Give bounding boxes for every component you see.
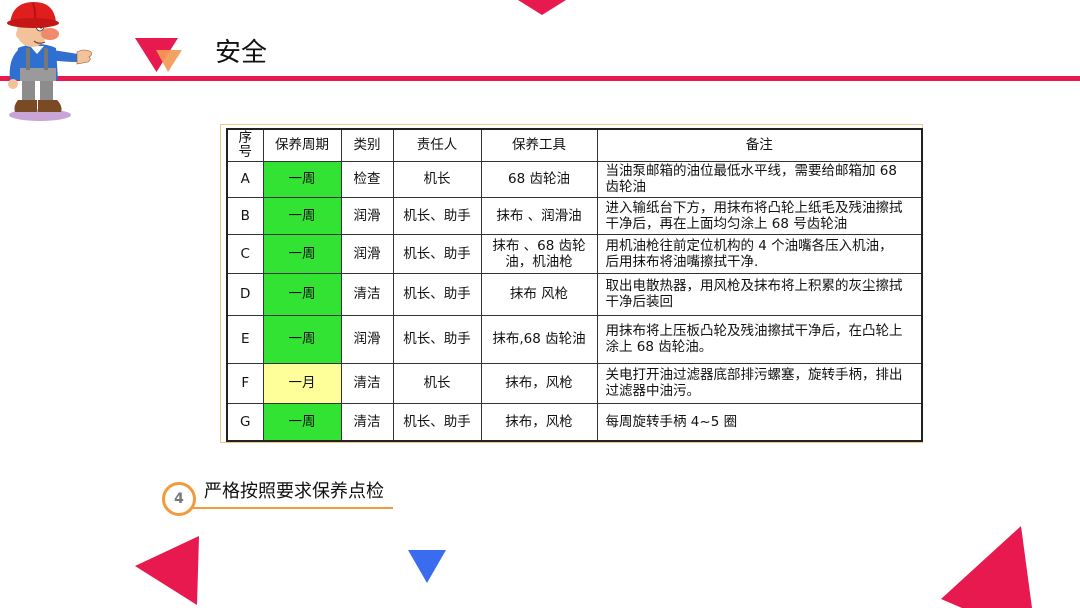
cell-no: C — [226, 233, 264, 274]
table-row: A 一周 检查 机长 68 齿轮油 当油泵邮箱的油位最低水平线，需要给邮箱加 6… — [226, 160, 923, 198]
cell-owner: 机长、助手 — [392, 314, 482, 364]
cell-tools: 抹布 、68 齿轮油，机油枪 — [480, 233, 598, 274]
header-cycle: 保养周期 — [262, 128, 342, 162]
maintenance-table: 序号 保养周期 类别 责任人 保养工具 备注 A 一周 检查 机长 68 齿轮油… — [226, 128, 923, 442]
cell-note: 取出电散热器，用风枪及抹布将上积累的灰尘擦拭干净后装回 — [596, 272, 923, 316]
cell-category: 润滑 — [340, 314, 394, 364]
cell-no: B — [226, 196, 264, 235]
cell-tools: 68 齿轮油 — [480, 160, 598, 198]
table-row: D 一周 清洁 机长、助手 抹布 风枪 取出电散热器，用风枪及抹布将上积累的灰尘… — [226, 272, 923, 316]
cell-owner: 机长、助手 — [392, 402, 482, 442]
cell-cycle: 一周 — [262, 402, 342, 442]
cell-no: A — [226, 160, 264, 198]
bottom-right-triangle-decoration — [941, 526, 1032, 608]
header-owner: 责任人 — [392, 128, 482, 162]
bottom-blue-triangle-decoration — [408, 550, 446, 583]
section-number: 4 — [174, 491, 184, 507]
header-tools: 保养工具 — [480, 128, 598, 162]
section-underline — [192, 507, 393, 509]
table-row: F 一月 清洁 机长 抹布，风枪 关电打开油过滤器底部排污螺塞，旋转手柄，排出过… — [226, 362, 923, 404]
cell-category: 清洁 — [340, 272, 394, 316]
cell-no: D — [226, 272, 264, 316]
cell-tools: 抹布,68 齿轮油 — [480, 314, 598, 364]
cell-category: 检查 — [340, 160, 394, 198]
section-heading: 严格按照要求保养点检 — [204, 481, 384, 502]
section-number-badge: 4 — [162, 482, 196, 516]
slide: 安全 序号 保养周期 类别 责任人 保养工具 备注 A 一周 检查 机长 68 … — [0, 0, 1080, 608]
header-no: 序号 — [226, 128, 264, 162]
cell-category: 润滑 — [340, 233, 394, 274]
cell-owner: 机长、助手 — [392, 196, 482, 235]
cell-tools: 抹布，风枪 — [480, 402, 598, 442]
cell-cycle: 一月 — [262, 362, 342, 404]
cell-note: 当油泵邮箱的油位最低水平线，需要给邮箱加 68 齿轮油 — [596, 160, 923, 198]
table-row: B 一周 润滑 机长、助手 抹布 、润滑油 进入输纸台下方，用抹布将凸轮上纸毛及… — [226, 196, 923, 235]
cell-note: 关电打开油过滤器底部排污螺塞，旋转手柄，排出过滤器中油污。 — [596, 362, 923, 404]
cell-note: 进入输纸台下方，用抹布将凸轮上纸毛及残油擦拭干净后，再在上面均匀涂上 68 号齿… — [596, 196, 923, 235]
table-row: G 一周 清洁 机长、助手 抹布，风枪 每周旋转手柄 4~5 圈 — [226, 402, 923, 442]
cell-no: E — [226, 314, 264, 364]
cell-tools: 抹布 风枪 — [480, 272, 598, 316]
cell-note: 用机油枪往前定位机构的 4 个油嘴各压入机油，后用抹布将油嘴擦拭干净. — [596, 233, 923, 274]
cell-tools: 抹布 、润滑油 — [480, 196, 598, 235]
header-note: 备注 — [596, 128, 923, 162]
cell-note: 每周旋转手柄 4~5 圈 — [596, 402, 923, 442]
triangle-marker-icon — [135, 38, 182, 72]
cell-cycle: 一周 — [262, 233, 342, 274]
header-category: 类别 — [340, 128, 394, 162]
cell-category: 润滑 — [340, 196, 394, 235]
cell-no: F — [226, 362, 264, 404]
cell-cycle: 一周 — [262, 160, 342, 198]
cell-note: 用抹布将上压板凸轮及残油擦拭干净后，在凸轮上涂上 68 齿轮油。 — [596, 314, 923, 364]
cell-cycle: 一周 — [262, 272, 342, 316]
cell-owner: 机长、助手 — [392, 233, 482, 274]
cell-category: 清洁 — [340, 362, 394, 404]
cell-owner: 机长 — [392, 362, 482, 404]
page-title: 安全 — [215, 38, 268, 68]
table-row: E 一周 润滑 机长、助手 抹布,68 齿轮油 用抹布将上压板凸轮及残油擦拭干净… — [226, 314, 923, 364]
table-row: C 一周 润滑 机长、助手 抹布 、68 齿轮油，机油枪 用机油枪往前定位机构的… — [226, 233, 923, 274]
cell-tools: 抹布，风枪 — [480, 362, 598, 404]
cell-owner: 机长、助手 — [392, 272, 482, 316]
top-triangle-decoration — [518, 0, 566, 15]
table-header-row: 序号 保养周期 类别 责任人 保养工具 备注 — [226, 128, 923, 162]
cell-no: G — [226, 402, 264, 442]
bottom-left-triangle-decoration — [135, 536, 199, 605]
cell-cycle: 一周 — [262, 196, 342, 235]
worker-cartoon-icon — [7, 2, 92, 121]
cell-owner: 机长 — [392, 160, 482, 198]
header-divider-line — [0, 76, 1080, 81]
cell-category: 清洁 — [340, 402, 394, 442]
cell-cycle: 一周 — [262, 314, 342, 364]
